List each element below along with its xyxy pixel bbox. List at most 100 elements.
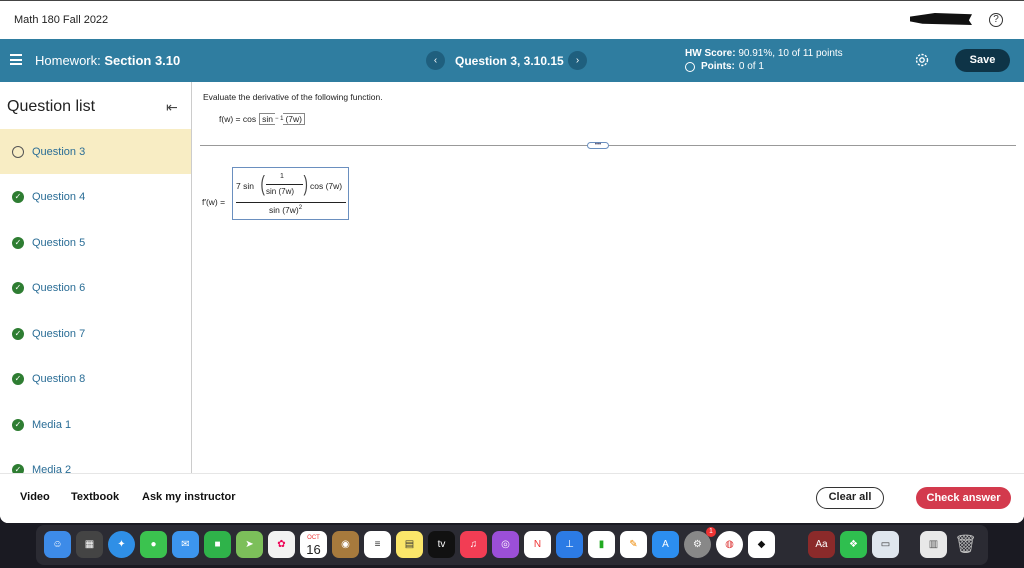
question-list-item[interactable]: Question 3 <box>0 129 191 174</box>
app-store-icon[interactable]: A <box>652 531 679 558</box>
question-list-item-label: Media 2 <box>32 464 72 473</box>
apple-tv-icon[interactable]: tv <box>428 531 455 558</box>
function-lhs: f(w) = cos <box>219 114 257 124</box>
inner-fraction-bar <box>266 184 303 185</box>
finder-icon[interactable]: ☺ <box>44 531 71 558</box>
answer-coefficient: 7 sin <box>236 181 254 191</box>
function-inner-sin: sin <box>259 113 275 125</box>
homework-title: Homework: Section 3.10 <box>35 53 180 68</box>
notes-icon[interactable]: ▤ <box>396 531 423 558</box>
answer-input[interactable]: 7 sin ( 1 sin (7w) ) cos (7w) sin (7w)2 <box>232 167 349 220</box>
question-list-item[interactable]: ✓ Question 5 <box>0 220 191 265</box>
calendar-day: 16 <box>306 542 321 557</box>
question-list-item[interactable]: ✓ Question 7 <box>0 311 191 356</box>
question-list-item[interactable]: ✓ Media 2 <box>0 448 191 473</box>
function-inner-text: sin <box>262 114 273 124</box>
macos-dock: ☺ ▦ ✦ ● ✉ ■ ➤ ✿ OCT 16 ◉ ≡ ▤ tv ♫ ◎ N ⊥ ▮… <box>36 525 988 565</box>
dictionary-icon[interactable]: Aa <box>808 531 835 558</box>
answer-denominator: sin (7w)2 <box>269 205 302 215</box>
points-label: Points: <box>701 61 735 72</box>
facetime-icon[interactable]: ■ <box>204 531 231 558</box>
points: Points: 0 of 1 <box>685 61 764 72</box>
textbook-link[interactable]: Textbook <box>71 491 119 503</box>
question-list-item[interactable]: ✓ Question 6 <box>0 266 191 311</box>
hw-score-value: 90.91%, 10 of 11 points <box>738 48 843 59</box>
question-list-title: Question list <box>7 98 96 115</box>
left-paren: ( <box>260 171 265 196</box>
browser-page: Math 180 Fall 2022 ? Homework: Section 3… <box>0 0 1024 523</box>
safari-icon[interactable]: ✦ <box>108 531 135 558</box>
question-content: Evaluate the derivative of the following… <box>192 82 1024 473</box>
hw-score: HW Score: 90.91%, 10 of 11 points <box>685 48 843 59</box>
screenshot-icon[interactable]: ▭ <box>872 531 899 558</box>
open-circle-icon <box>12 145 24 158</box>
question-list-item-label: Question 7 <box>32 327 86 340</box>
completed-check-icon: ✓ <box>12 418 24 431</box>
question-list-item[interactable]: ✓ Question 8 <box>0 357 191 402</box>
expand-more-button[interactable]: ••• <box>587 142 609 149</box>
hamburger-menu-icon[interactable] <box>10 54 22 65</box>
contacts-icon[interactable]: ◉ <box>332 531 359 558</box>
news-icon[interactable]: N <box>524 531 551 558</box>
trash-icon[interactable]: 🗑 <box>952 531 979 558</box>
next-question-button[interactable]: › <box>568 51 587 70</box>
music-icon[interactable]: ♫ <box>460 531 487 558</box>
completed-check-icon: ✓ <box>12 464 24 473</box>
function-argument: (7w) <box>283 113 305 125</box>
redacted-username <box>910 13 972 25</box>
question-list-item-label: Question 4 <box>32 191 86 203</box>
maps-icon[interactable]: ➤ <box>236 531 263 558</box>
completed-check-icon: ✓ <box>12 191 24 203</box>
numbers-icon[interactable]: ▮ <box>588 531 615 558</box>
chrome-icon[interactable]: ◍ <box>716 531 743 558</box>
question-list-item[interactable]: ✓ Question 4 <box>0 175 191 220</box>
photos-icon[interactable]: ✿ <box>268 531 295 558</box>
answer-lhs: f′(w) = <box>202 197 226 207</box>
completed-check-icon: ✓ <box>12 282 24 294</box>
collapse-sidebar-icon[interactable]: ⇤ <box>166 99 178 116</box>
hw-score-label: HW Score: <box>685 48 736 59</box>
previous-question-button[interactable]: ‹ <box>426 51 445 70</box>
calendar-icon[interactable]: OCT 16 <box>300 531 327 558</box>
question-list-item-label: Media 1 <box>32 418 72 431</box>
question-title: Question 3, 3.10.15 <box>455 54 564 68</box>
function-exponent: − 1 <box>274 116 284 122</box>
inner-fraction-numerator: 1 <box>280 173 284 180</box>
save-button[interactable]: Save <box>955 49 1010 72</box>
pages-icon[interactable]: ✎ <box>620 531 647 558</box>
podcasts-icon[interactable]: ◎ <box>492 531 519 558</box>
messages-icon[interactable]: ● <box>140 531 167 558</box>
main-fraction-bar <box>236 202 346 203</box>
question-list-item-label: Question 5 <box>32 236 86 249</box>
question-list-item-label: Question 6 <box>32 282 86 294</box>
completed-check-icon: ✓ <box>12 236 24 249</box>
dictionary-label: Aa <box>815 539 828 550</box>
gear-icon[interactable] <box>914 52 930 68</box>
bottom-toolbar: Video Textbook Ask my instructor Clear a… <box>0 473 1024 523</box>
completed-check-icon: ✓ <box>12 373 24 385</box>
ask-instructor-link[interactable]: Ask my instructor <box>142 491 236 503</box>
help-icon[interactable]: ? <box>989 13 1003 27</box>
mail-icon[interactable]: ✉ <box>172 531 199 558</box>
keynote-icon[interactable]: ⊥ <box>556 531 583 558</box>
wechat-icon[interactable]: ❖ <box>840 531 867 558</box>
question-instruction: Evaluate the derivative of the following… <box>203 92 383 102</box>
question-list-item[interactable]: ✓ Media 1 <box>0 402 191 447</box>
homework-prefix: Homework: <box>35 53 101 68</box>
launchpad-icon[interactable]: ▦ <box>76 531 103 558</box>
check-answer-button[interactable]: Check answer <box>916 487 1011 509</box>
answer-cos-term: cos (7w) <box>310 181 343 191</box>
answer-numerator: 7 sin ( 1 sin (7w) ) cos (7w) <box>236 172 346 200</box>
completed-check-icon: ✓ <box>12 327 24 340</box>
apple-tv-label: tv <box>437 539 446 550</box>
roblox-icon[interactable]: ◆ <box>748 531 775 558</box>
documents-folder-icon[interactable]: ▥ <box>920 531 947 558</box>
reminders-icon[interactable]: ≡ <box>364 531 391 558</box>
question-list-item-label: Question 3 <box>32 145 86 158</box>
clear-all-button[interactable]: Clear all <box>816 487 884 509</box>
video-link[interactable]: Video <box>20 491 50 503</box>
homework-section: Section 3.10 <box>104 53 181 68</box>
homework-header: Homework: Section 3.10 ‹ Question 3, 3.1… <box>0 39 1024 82</box>
points-value: 0 of 1 <box>738 61 764 72</box>
course-title: Math 180 Fall 2022 <box>14 14 109 26</box>
